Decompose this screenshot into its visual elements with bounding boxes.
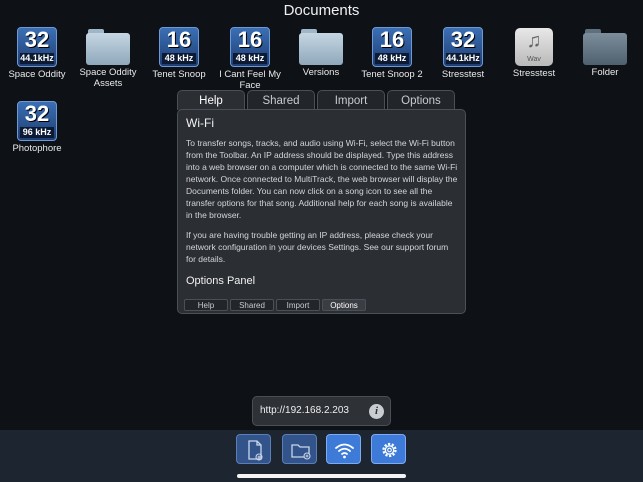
folder-icon <box>583 29 627 65</box>
folder-space-oddity-assets[interactable]: Space Oddity Assets <box>72 27 144 89</box>
mini-tab-shared: Shared <box>230 299 274 311</box>
file-label: Stresstest <box>441 69 485 80</box>
file-label: Folder <box>591 67 619 78</box>
new-document-icon <box>248 440 263 461</box>
help-heading: Wi-Fi <box>186 116 214 130</box>
new-folder-icon <box>291 444 311 460</box>
file-stresstest[interactable]: 32 44.1kHz Stresstest <box>427 27 499 80</box>
help-paragraph-troubleshoot: If you are having trouble getting an IP … <box>186 230 449 264</box>
music-note-icon: ♫ <box>526 30 542 52</box>
audio-badge-icon: 16 48 kHz <box>372 27 412 67</box>
new-folder-button[interactable] <box>282 434 317 464</box>
file-tenet-snoop-2[interactable]: 16 48 kHz Tenet Snoop 2 <box>356 27 428 80</box>
audio-badge-icon: 32 44.1kHz <box>17 27 57 67</box>
file-i-cant-feel-my-face[interactable]: 16 48 kHz I Cant Feel My Face <box>214 27 286 91</box>
tab-help[interactable]: Help <box>177 90 245 110</box>
tab-import[interactable]: Import <box>317 90 385 110</box>
mini-tab-help: Help <box>184 299 228 311</box>
audio-badge-icon: 32 96 kHz <box>17 101 57 141</box>
file-label: I Cant Feel My Face <box>219 69 281 91</box>
wifi-icon <box>335 443 354 459</box>
file-photophore[interactable]: 32 96 kHz Photophore <box>1 101 73 154</box>
tab-shared[interactable]: Shared <box>247 90 315 110</box>
file-label: Tenet Snoop <box>152 69 206 80</box>
wav-file-icon: ♫ Wav <box>515 28 553 66</box>
help-panel: Wi-Fi To transfer songs, tracks, and aud… <box>177 109 466 314</box>
audio-badge-icon: 16 48 kHz <box>159 27 199 67</box>
tab-options[interactable]: Options <box>387 90 455 110</box>
mini-tab-import: Import <box>276 299 320 311</box>
home-indicator[interactable] <box>237 474 406 478</box>
new-document-button[interactable] <box>236 434 271 464</box>
file-label: Space Oddity <box>8 69 66 80</box>
audio-badge-icon: 16 48 kHz <box>230 27 270 67</box>
ip-address: http://192.168.2.203 <box>260 405 349 416</box>
file-space-oddity[interactable]: 32 44.1kHz Space Oddity <box>1 27 73 80</box>
gear-icon <box>382 442 397 458</box>
file-tenet-snoop[interactable]: 16 48 kHz Tenet Snoop <box>143 27 215 80</box>
wifi-button[interactable] <box>326 434 361 464</box>
folder-versions[interactable]: Versions <box>285 27 357 78</box>
file-stresstest-wav[interactable]: ♫ Wav Stresstest <box>498 27 570 79</box>
settings-button[interactable] <box>371 434 406 464</box>
file-label: Space Oddity Assets <box>79 67 137 89</box>
help-subheading: Options Panel <box>186 275 256 287</box>
info-icon[interactable]: i <box>369 404 384 419</box>
folder-icon <box>86 29 130 65</box>
options-panel-preview: Help Shared Import Options <box>184 299 384 312</box>
mini-tab-options: Options <box>322 299 366 311</box>
file-label: Stresstest <box>512 68 556 79</box>
wifi-address-popup: http://192.168.2.203 i <box>252 396 391 426</box>
help-paragraph-wifi: To transfer songs, tracks, and audio usi… <box>186 138 458 220</box>
file-label: Tenet Snoop 2 <box>361 69 423 80</box>
audio-badge-icon: 32 44.1kHz <box>443 27 483 67</box>
file-label: Versions <box>302 67 340 78</box>
folder-icon <box>299 29 343 65</box>
folder-folder[interactable]: Folder <box>569 27 641 78</box>
help-tabs: Help Shared Import Options <box>177 90 466 110</box>
file-label: Photophore <box>12 143 62 154</box>
